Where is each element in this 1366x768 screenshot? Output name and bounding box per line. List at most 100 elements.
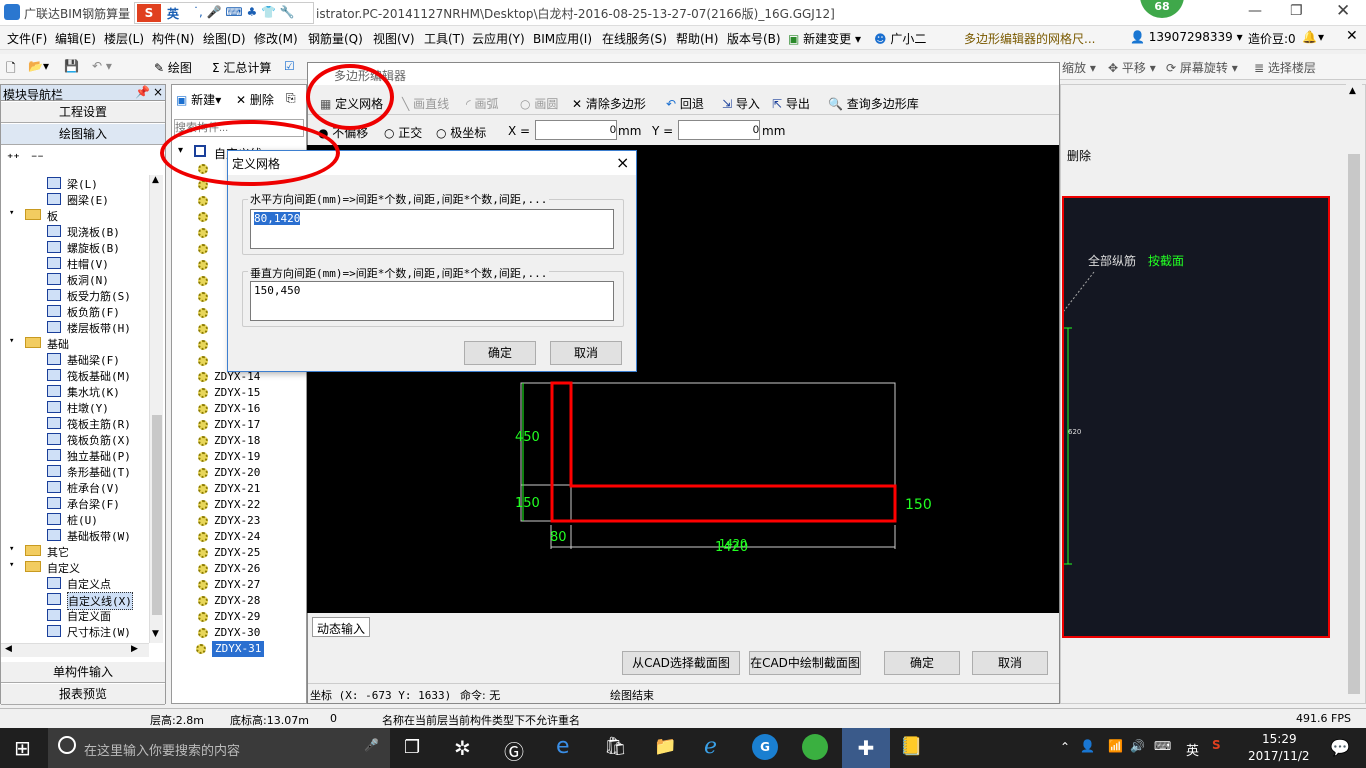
- list-item[interactable]: ZDYX-22: [198, 497, 260, 513]
- report-preview-button[interactable]: 报表预览: [1, 684, 165, 705]
- list-item[interactable]: ZDYX-18: [198, 433, 260, 449]
- draw-button[interactable]: ✎ 绘图: [154, 59, 192, 76]
- scroll-left-icon[interactable]: ◀: [5, 644, 12, 654]
- menu-edit[interactable]: 编辑(E): [55, 30, 96, 47]
- list-item[interactable]: ZDYX-23: [198, 513, 260, 529]
- explorer-icon[interactable]: 📁: [654, 736, 676, 757]
- pin-icon[interactable]: 📌: [135, 85, 150, 99]
- menu-modify[interactable]: 修改(M): [254, 30, 298, 47]
- project-settings-button[interactable]: 工程设置: [1, 102, 165, 123]
- green-app-icon[interactable]: [802, 734, 828, 760]
- ortho-radio[interactable]: ○ 正交: [384, 124, 422, 141]
- y-input[interactable]: [678, 120, 760, 140]
- menu-help[interactable]: 帮助(H): [676, 30, 718, 47]
- close-icon[interactable]: ✕: [1336, 1, 1350, 21]
- query-library-button[interactable]: 🔍 查询多边形库: [828, 95, 919, 112]
- list-item[interactable]: ZDYX-21: [198, 481, 260, 497]
- list-item[interactable]: ZDYX-15: [198, 385, 260, 401]
- menu-component[interactable]: 构件(N): [152, 30, 194, 47]
- menu-file[interactable]: 文件(F): [7, 30, 47, 47]
- sogou-tray-icon[interactable]: S: [1212, 738, 1221, 752]
- active-app-icon[interactable]: ✚: [842, 728, 890, 768]
- list-item[interactable]: ZDYX-29: [198, 609, 260, 625]
- notes-app-icon[interactable]: 📒: [900, 736, 922, 757]
- bell-icon[interactable]: 🔔: [1302, 30, 1317, 44]
- pan-button[interactable]: ✥ 平移 ▾: [1108, 59, 1156, 76]
- new-file-icon[interactable]: 🗋: [6, 59, 16, 80]
- import-button[interactable]: ⇲ 导入: [722, 95, 760, 112]
- draw-arc-button[interactable]: ◜ 画弧: [466, 95, 499, 112]
- list-item[interactable]: ZDYX-27: [198, 577, 260, 593]
- right-delete-button[interactable]: 删除: [1067, 147, 1091, 164]
- volume-tray-icon[interactable]: 🔊: [1130, 739, 1145, 753]
- undo-button[interactable]: ↶ 回退: [666, 95, 704, 112]
- copy-icon[interactable]: ⎘: [286, 91, 296, 106]
- scroll-thumb[interactable]: [152, 415, 162, 615]
- zoom-button[interactable]: 缩放 ▾: [1062, 59, 1096, 76]
- clear-polygon-button[interactable]: ✕ 清除多边形: [572, 95, 646, 112]
- scroll-up-icon[interactable]: ▲: [152, 175, 159, 185]
- menu-tools[interactable]: 工具(T): [424, 30, 465, 47]
- new-change-button[interactable]: ▣ 新建变更 ▾: [788, 30, 861, 47]
- collapse-all-icon[interactable]: ⁻⁻: [31, 151, 44, 165]
- editor-ok-button[interactable]: 确定: [884, 651, 960, 675]
- keyboard-tray-icon[interactable]: ⌨: [1154, 739, 1171, 753]
- list-item[interactable]: ZDYX-30: [198, 625, 260, 641]
- folder-expand-icon[interactable]: ▾: [9, 560, 14, 570]
- list-item[interactable]: ZDYX-26: [198, 561, 260, 577]
- list-item[interactable]: ZDYX-31: [196, 641, 265, 657]
- rotate-button[interactable]: ⟳ 屏幕旋转 ▾: [1166, 59, 1238, 76]
- horizontal-spacing-input[interactable]: 80,1420: [250, 209, 614, 249]
- user-tray-icon[interactable]: 👤: [1080, 739, 1095, 753]
- clock-time[interactable]: 15:29: [1262, 732, 1297, 746]
- score-badge[interactable]: 68: [1140, 0, 1184, 18]
- menu-floor[interactable]: 楼层(L): [104, 30, 144, 47]
- glodon-icon[interactable]: G: [752, 734, 778, 760]
- save-icon[interactable]: 💾: [64, 59, 79, 73]
- vertical-spacing-input[interactable]: 150,450: [250, 281, 614, 321]
- menu-version[interactable]: 版本号(B): [727, 30, 781, 47]
- right-scrollbar[interactable]: ▲: [1346, 84, 1362, 694]
- menu-view[interactable]: 视图(V): [373, 30, 415, 47]
- ime-tools-icon[interactable]: ˙, 🎤 ⌨ ♣ 👕 🔧: [193, 5, 295, 19]
- menu-bim[interactable]: BIM应用(I): [533, 30, 592, 47]
- restore-icon[interactable]: ❐: [1290, 3, 1303, 19]
- list-item[interactable]: ZDYX-28: [198, 593, 260, 609]
- edge-icon[interactable]: e: [556, 734, 570, 759]
- folder-expand-icon[interactable]: ▾: [9, 544, 14, 554]
- ime-language-label[interactable]: 英: [167, 5, 179, 22]
- menu-dropdown-icon[interactable]: ▾: [1318, 30, 1324, 44]
- scroll-right-icon[interactable]: ▶: [131, 644, 138, 654]
- network-tray-icon[interactable]: 📶: [1108, 739, 1123, 753]
- task-view-icon[interactable]: ❐: [404, 737, 420, 758]
- right-scroll-up-icon[interactable]: ▲: [1349, 86, 1356, 96]
- minimize-icon[interactable]: —: [1248, 3, 1262, 19]
- tray-ime-label[interactable]: 英: [1186, 740, 1199, 759]
- panel-close-icon[interactable]: ×: [153, 85, 163, 99]
- app-g-icon[interactable]: Ⓖ: [504, 736, 524, 765]
- delete-component-button[interactable]: ✕ 删除: [236, 91, 274, 108]
- draw-line-button[interactable]: ╲ 画直线: [402, 95, 449, 112]
- list-item[interactable]: ZDYX-19: [198, 449, 260, 465]
- assistant-button[interactable]: ☻ 广小二: [874, 30, 926, 47]
- dialog-close-icon[interactable]: ×: [616, 153, 629, 172]
- list-item[interactable]: ZDYX-17: [198, 417, 260, 433]
- clock-date[interactable]: 2017/11/2: [1248, 749, 1310, 763]
- list-item[interactable]: ZDYX-20: [198, 465, 260, 481]
- taskbar-search[interactable]: 在这里输入你要搜索的内容 🎤: [48, 728, 390, 768]
- draw-input-button[interactable]: 绘图输入: [1, 124, 165, 145]
- scroll-down-icon[interactable]: ▼: [152, 629, 159, 639]
- tree-scrollbar[interactable]: ▲ ▼: [149, 175, 163, 643]
- list-item[interactable]: ZDYX-16: [198, 401, 260, 417]
- sum-calc-button[interactable]: Σ 汇总计算: [212, 59, 271, 76]
- select-from-cad-button[interactable]: 从CAD选择截面图: [622, 651, 740, 675]
- store-icon[interactable]: 🛍: [604, 736, 627, 757]
- menu-online[interactable]: 在线服务(S): [602, 30, 667, 47]
- draw-in-cad-button[interactable]: 在CAD中绘制截面图: [749, 651, 861, 675]
- new-component-button[interactable]: ▣ 新建▾: [176, 91, 221, 108]
- folder-expand-icon[interactable]: ▾: [9, 208, 14, 218]
- dynamic-input-tab[interactable]: 动态输入: [312, 617, 371, 637]
- menu-close-icon[interactable]: ✕: [1346, 28, 1358, 44]
- menu-draw[interactable]: 绘图(D): [203, 30, 246, 47]
- single-component-button[interactable]: 单构件输入: [1, 662, 165, 683]
